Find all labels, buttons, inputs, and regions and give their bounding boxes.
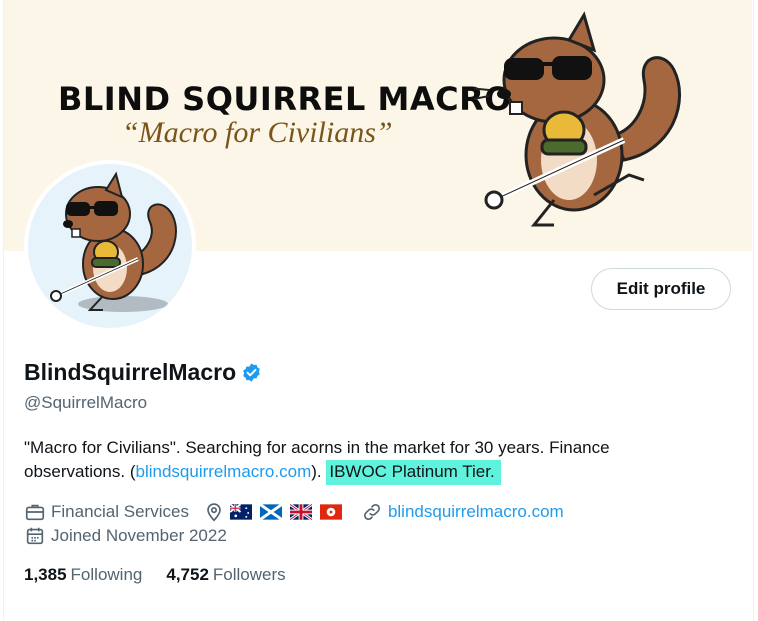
banner-subtitle: “Macro for Civilians” [122,116,393,149]
link-icon [363,503,380,521]
flag-hong-kong-icon [319,504,342,520]
bio-link[interactable]: blindsquirrelmacro.com [136,462,312,481]
following-count: 1,385 [24,565,67,584]
display-name: BlindSquirrelMacro [24,359,237,385]
location-pin-icon [207,503,221,522]
banner-title: BLIND SQUIRREL MACRO [58,80,512,118]
bio-text-end: ). [311,462,327,481]
profile-joined: Joined November 2022 [24,525,227,547]
follow-stats: 1,385 Following 4,752 Followers [24,565,310,585]
profile-handle: @SquirrelMacro [24,393,148,412]
squirrel-mascot-illustration [474,11,682,227]
briefcase-icon [25,504,45,521]
edit-profile-button[interactable]: Edit profile [591,268,731,310]
followers-label: Followers [212,565,286,584]
calendar-icon [26,527,44,545]
joined-date: Joined November 2022 [51,526,227,545]
profile-meta-row: Financial Services blindsquirrelmacro.co… [24,501,578,523]
profile-location [203,501,347,523]
profile-category: Financial Services [24,501,189,523]
flag-australia-icon [229,503,252,520]
squirrel-avatar-illustration [50,171,177,312]
flag-uk-icon [289,503,312,521]
following-label: Following [70,565,143,584]
avatar-image [28,164,192,328]
flag-scotland-icon [259,503,282,521]
location-flags [229,501,347,523]
profile-avatar[interactable] [24,160,196,332]
profile-bio: "Macro for Civilians". Searching for aco… [24,436,714,485]
followers-count: 4,752 [166,565,209,584]
bio-highlighted-text: IBWOC Platinum Tier. [326,460,501,485]
verified-badge-icon[interactable] [241,362,262,383]
website-link[interactable]: blindsquirrelmacro.com [388,502,564,522]
followers-link[interactable]: 4,752 Followers [166,565,285,585]
profile-name-row: BlindSquirrelMacro [24,359,262,386]
following-link[interactable]: 1,385 Following [24,565,142,585]
category-label: Financial Services [51,502,189,521]
profile-website[interactable]: blindsquirrelmacro.com [361,501,564,523]
